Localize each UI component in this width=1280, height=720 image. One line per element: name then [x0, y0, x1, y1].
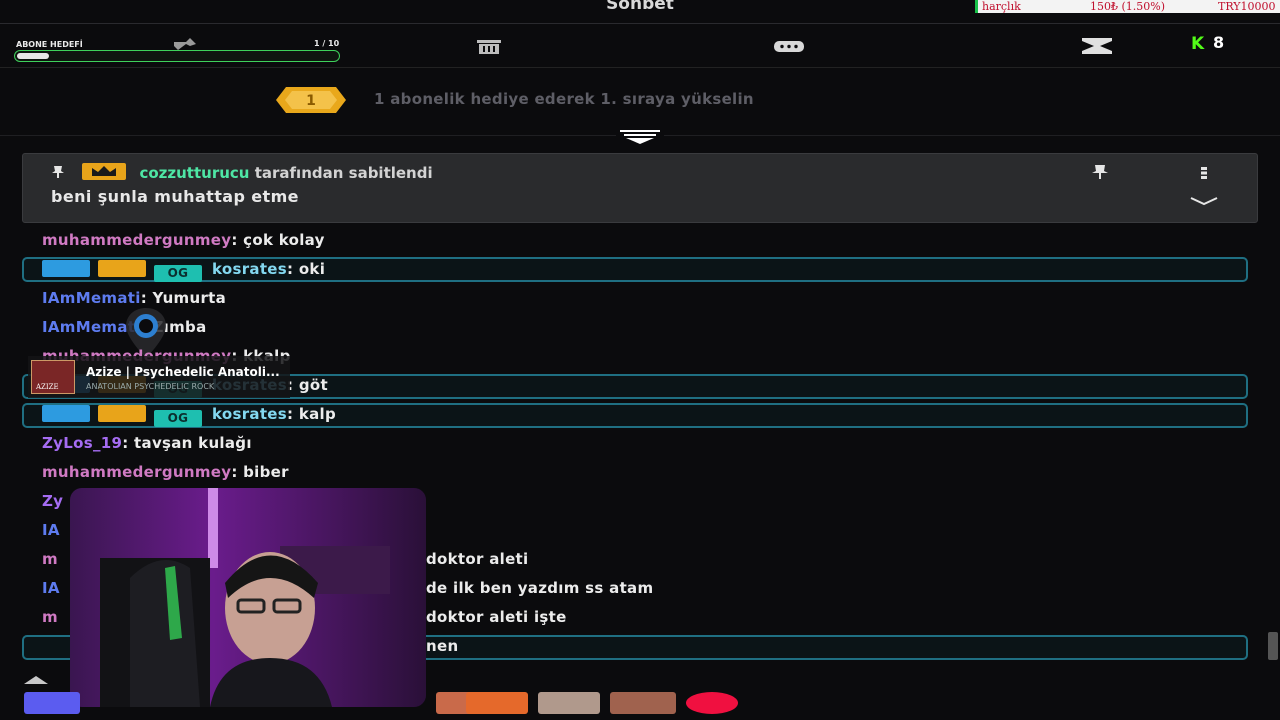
kick-count: 8 [1213, 33, 1225, 52]
sub-goal-fill [17, 53, 49, 59]
unpin-icon[interactable] [1089, 164, 1111, 180]
og-badge: OG [154, 265, 202, 282]
chat-window: Sohbet harçlık 150₺ (1.50%) TRY10000 ABO… [0, 0, 1280, 720]
moderator-badge [42, 405, 90, 422]
chat-username[interactable]: Zy [42, 492, 63, 510]
chat-message: OG kosrates: oki [42, 255, 325, 283]
now-playing-title: Azize | Psychedelic Anatoli... [86, 365, 280, 379]
chat-username[interactable]: muhammedergunmey [42, 231, 231, 249]
moderator-badge [42, 260, 90, 277]
chat-text: : kalp [287, 405, 336, 423]
album-art-text: AZIZE [36, 383, 59, 391]
pinned-message-text: beni şunla muhattap etme [51, 187, 299, 206]
kick-logo-icon: K [1191, 34, 1205, 54]
more-options-icon[interactable] [1199, 166, 1209, 180]
chat-text: : Yumurta [140, 289, 227, 307]
chat-scrollbar[interactable] [1268, 632, 1278, 660]
chat-text: nen [426, 637, 459, 655]
chat-username[interactable]: IA [42, 521, 60, 539]
trash-icon[interactable] [472, 36, 506, 56]
chat-username[interactable]: IAmMemati [42, 289, 141, 307]
gift-banner-text: 1 abonelik hediye ederek 1. sıraya yükse… [374, 90, 754, 108]
chat-text: doktor aleti [426, 550, 529, 568]
chat-bubble-icon[interactable] [772, 36, 806, 56]
chat-message: m [42, 545, 58, 573]
sub-goal-progress [14, 50, 340, 62]
chat-username[interactable]: kosrates [212, 260, 287, 278]
chat-username[interactable]: ZyLos_19 [42, 434, 122, 452]
donation-ticker: harçlık 150₺ (1.50%) TRY10000 [975, 0, 1280, 13]
emote-5[interactable] [610, 692, 676, 714]
rank-badge-number: 1 [306, 93, 316, 109]
chat-username[interactable]: m [42, 550, 58, 568]
album-art: AZIZE [31, 360, 75, 394]
chevron-down-icon[interactable] [1189, 196, 1219, 206]
sub-goal-count: 1 / 10 [314, 39, 340, 48]
vip-crown-badge [82, 163, 127, 180]
emote-4[interactable] [538, 692, 600, 714]
streamer-webcam-image [70, 488, 426, 707]
now-playing-subtitle: ANATOLIAN PSYCHEDELIC ROCK [86, 382, 215, 391]
chat-toolbar: ABONE HEDEFİ 1 / 10 K 8 [0, 30, 1280, 68]
chat-message: Zy [42, 487, 63, 515]
chat-text: : çok kolay [231, 231, 325, 249]
chat-message: m [42, 603, 58, 631]
chat-username[interactable]: IA [42, 579, 60, 597]
pinned-by-username[interactable]: cozzutturucu [139, 164, 249, 182]
emote-6[interactable] [686, 692, 738, 714]
collapse-menu-icon[interactable] [616, 126, 664, 146]
now-playing-widget: AZIZE Azize | Psychedelic Anatoli... ANA… [28, 356, 290, 398]
pinned-message[interactable]: cozzutturucu tarafından sabitlendi beni … [22, 153, 1258, 223]
chat-username[interactable]: m [42, 608, 58, 626]
chat-text: : tavşan kulağı [122, 434, 252, 452]
pinned-by-suffix: tarafından sabitlendi [254, 164, 433, 182]
chat-text-visible: de ilk ben yazdım ss atam [426, 574, 653, 602]
chat-message: ZyLos_19: tavşan kulağı [42, 429, 252, 457]
emote-3[interactable] [466, 692, 528, 714]
chat-text-visible: nen [426, 632, 458, 660]
chevron-up-icon[interactable] [22, 674, 50, 686]
chat-text: : biber [231, 463, 289, 481]
emote-bar [0, 692, 1280, 720]
ticker-goal: TRY10000 [1218, 0, 1276, 13]
chat-message: muhammedergunmey: biber [42, 458, 289, 486]
ticker-amount: 150₺ (1.50%) [1090, 0, 1166, 13]
chat-text: : oki [287, 260, 326, 278]
chat-message: OG kosrates: kalp [42, 400, 336, 428]
og-badge: OG [154, 410, 202, 427]
chat-message: IA [42, 574, 60, 602]
chat-text-visible: doktor aleti işte [426, 603, 567, 631]
ticker-label: harçlık [982, 0, 1021, 13]
emote-1[interactable] [24, 692, 80, 714]
pin-icon [52, 166, 64, 178]
vip-badge [98, 260, 146, 277]
chat-message: muhammedergunmey: çok kolay [42, 226, 325, 254]
chat-username[interactable]: kosrates [212, 405, 287, 423]
sub-goal-label: ABONE HEDEFİ [16, 40, 83, 49]
chat-text: doktor aleti işte [426, 608, 567, 626]
chat-text: : göt [287, 376, 328, 394]
chat-text: de ilk ben yazdım ss atam [426, 579, 654, 597]
chat-username[interactable]: muhammedergunmey [42, 463, 231, 481]
chat-message: IA [42, 516, 60, 544]
webcam-overlay [70, 488, 426, 707]
hourglass-icon[interactable] [1080, 36, 1114, 56]
chat-text-visible: doktor aleti [426, 545, 528, 573]
vip-badge [98, 405, 146, 422]
pinned-by-row: cozzutturucu tarafından sabitlendi [49, 163, 433, 182]
rank-badge-icon: 1 [276, 87, 346, 113]
